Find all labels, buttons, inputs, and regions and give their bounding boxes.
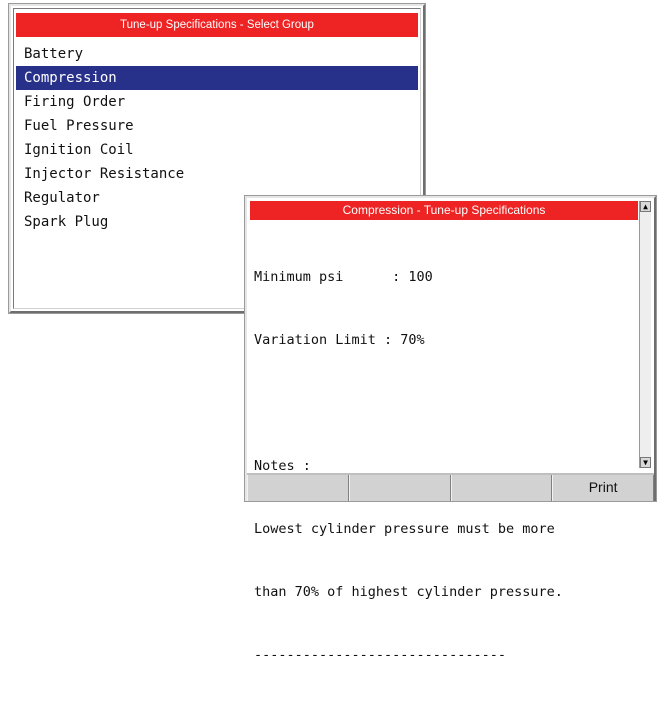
toolbar-button-1[interactable] xyxy=(247,475,349,501)
spec-line-note-2: than 70% of highest cylinder pressure. xyxy=(254,584,563,600)
group-item-battery[interactable]: Battery xyxy=(16,42,418,66)
group-item-compression[interactable]: Compression xyxy=(16,66,418,90)
spec-window: Compression - Tune-up Specifications Min… xyxy=(244,195,657,663)
spec-line-variation-limit: Variation Limit : 70% xyxy=(254,332,425,348)
toolbar-button-3[interactable] xyxy=(450,475,553,501)
function-key-toolbar: Print xyxy=(247,473,654,501)
group-item-ignition-coil[interactable]: Ignition Coil xyxy=(16,138,418,162)
spec-scrollbar[interactable]: ▲ ▼ xyxy=(639,201,651,468)
spec-line-blank: ​ xyxy=(254,393,638,414)
print-button[interactable]: Print xyxy=(552,475,654,501)
spec-line-separator: ------------------------------- xyxy=(254,647,506,663)
toolbar-button-2[interactable] xyxy=(348,475,451,501)
group-item-injector-resistance[interactable]: Injector Resistance xyxy=(16,162,418,186)
spec-line-note-1: Lowest cylinder pressure must be more xyxy=(254,521,555,537)
group-item-fuel-pressure[interactable]: Fuel Pressure xyxy=(16,114,418,138)
group-select-title: Tune-up Specifications - Select Group xyxy=(16,13,418,37)
group-item-firing-order[interactable]: Firing Order xyxy=(16,90,418,114)
spec-content: Minimum psi : 100 Variation Limit : 70% … xyxy=(254,225,638,708)
spec-title: Compression - Tune-up Specifications xyxy=(250,201,638,220)
spec-line-minimum-psi: Minimum psi : 100 xyxy=(254,269,433,285)
scroll-up-arrow-icon[interactable]: ▲ xyxy=(640,201,651,212)
scroll-down-arrow-icon[interactable]: ▼ xyxy=(640,457,651,468)
